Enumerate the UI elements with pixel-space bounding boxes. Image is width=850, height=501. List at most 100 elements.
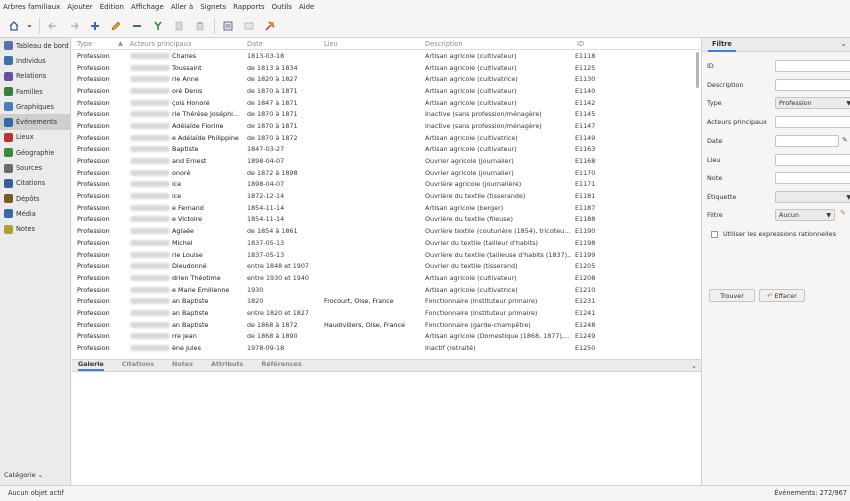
filter-actors-input[interactable] [775, 116, 850, 128]
category-selector[interactable]: Catégorie ⌄ [4, 471, 43, 479]
sidebar-item-6[interactable]: Lieux [0, 130, 70, 145]
column-header-description[interactable]: Description [420, 38, 572, 49]
cell-date: de 1854 à 1861 [242, 225, 319, 237]
tab-0[interactable]: Galerie [78, 360, 104, 371]
table-row[interactable]: Profession e Marie Emilienne 1930 Artisan a… [72, 284, 701, 296]
tab-3[interactable]: Attributs [211, 360, 243, 371]
find-button[interactable]: Trouver [709, 289, 755, 302]
table-row[interactable]: Profession ice 1872-12-14 Ouvrière du texti… [72, 190, 701, 202]
tools-icon[interactable] [260, 17, 279, 35]
tab-4[interactable]: Références [261, 360, 301, 371]
filter-note-input[interactable] [775, 172, 850, 184]
table-row[interactable]: Profession Baptiste 1847-03-27 Artisan agri… [72, 144, 701, 156]
filter-date-input[interactable] [775, 135, 839, 147]
config-view-icon[interactable] [218, 17, 237, 35]
sidebar-item-3[interactable]: Familles [0, 84, 70, 99]
menu-5[interactable]: Signets [200, 3, 226, 11]
redacted-name [130, 263, 170, 270]
filter-type-select[interactable]: Profession ▼ [775, 97, 850, 109]
column-header-id[interactable]: ID [572, 38, 695, 49]
remove-icon[interactable] [127, 17, 146, 35]
table-row[interactable]: Profession oré Denis de 1870 à 1871 Artisan… [72, 85, 701, 97]
table-row[interactable]: Profession rre Jean de 1868 à 1890 Artisan … [72, 331, 701, 343]
menu-0[interactable]: Arbres familiaux [3, 3, 60, 11]
table-row[interactable]: Profession e Fernand 1854-11-14 Artisan agr… [72, 202, 701, 214]
paste-icon[interactable] [190, 17, 209, 35]
sidebar-item-9[interactable]: Citations [0, 176, 70, 191]
menu-6[interactable]: Rapports [233, 3, 264, 11]
filter-custom-select[interactable]: Aucun ▼ [775, 209, 835, 221]
table-row[interactable]: Profession ène Jules 1978-09-18 Inactif (re… [72, 342, 701, 354]
sidebar-item-label: Géographie [16, 148, 55, 157]
table-row[interactable]: Profession ice 1898-04-07 Ouvrière agricole… [72, 179, 701, 191]
tab-2[interactable]: Notes [172, 360, 193, 371]
column-header-actors[interactable]: Acteurs principaux [125, 38, 242, 49]
filter-description-input[interactable] [775, 79, 850, 91]
column-header-place[interactable]: Lieu [319, 38, 420, 49]
dropdown-icon[interactable] [25, 17, 34, 35]
menu-3[interactable]: Affichage [131, 3, 164, 11]
filter-row-description: Description [707, 78, 850, 91]
sidebar-item-4[interactable]: Graphiques [0, 99, 70, 114]
cell-type: Profession [72, 62, 125, 74]
sidebar-item-2[interactable]: Relations [0, 69, 70, 84]
sidebar-item-5[interactable]: Événements [0, 114, 70, 130]
table-row[interactable]: Profession an Baptiste de 1868 à 1872 Haudi… [72, 319, 701, 331]
table-row[interactable]: Profession Dieudonné entre 1848 et 1907 Ouv… [72, 260, 701, 272]
filter-tag-select[interactable]: ▼ [775, 191, 850, 203]
table-row[interactable]: Profession an Baptiste 1820 Frocourt, Oise,… [72, 295, 701, 307]
column-header-date[interactable]: Date [242, 38, 319, 49]
table-row[interactable]: Profession rie Thérèse Joséphi... de 1870 … [72, 108, 701, 120]
table-row[interactable]: Profession Adélaïde Florine de 1870 à 1871… [72, 120, 701, 132]
merge-icon[interactable] [148, 17, 167, 35]
menu-4[interactable]: Aller à [171, 3, 193, 11]
tab-filter[interactable]: Filtre [708, 40, 736, 52]
table-row[interactable]: Profession Michel 1837-05-13 Ouvrier du tex… [72, 237, 701, 249]
cell-text: Artisan agricole (cultivateur) [425, 98, 517, 107]
back-arrow-icon[interactable] [43, 17, 62, 35]
filter-type-label: Type [707, 98, 722, 107]
cell-text: çois Honoré [172, 98, 210, 107]
column-header-type[interactable]: Type ▲ [72, 38, 125, 49]
chevron-down-icon[interactable]: ⌄ [840, 39, 847, 48]
forward-arrow-icon[interactable] [64, 17, 83, 35]
table-row[interactable]: Profession onoré de 1872 à 1898 Ouvrier agr… [72, 167, 701, 179]
table-row[interactable]: Profession çois Honoré de 1847 à 1871 Artis… [72, 97, 701, 109]
filter-place-input[interactable] [775, 154, 850, 166]
vertical-scrollbar[interactable] [696, 52, 699, 88]
tab-1[interactable]: Citations [122, 360, 154, 371]
sidebar-item-8[interactable]: Sources [0, 160, 70, 175]
table-row[interactable]: Profession Aglaée de 1854 à 1861 Ouvrière t… [72, 225, 701, 237]
table-row[interactable]: Profession Toussaint de 1813 à 1834 Artisan… [72, 62, 701, 74]
menu-1[interactable]: Ajouter [67, 3, 92, 11]
table-row[interactable]: Profession drien Théotime entre 1930 et 19… [72, 272, 701, 284]
table-row[interactable]: Profession rie Louise 1837-05-13 Ouvrière d… [72, 249, 701, 261]
filter-id-input[interactable] [775, 60, 850, 72]
table-row[interactable]: Profession an Baptiste entre 1820 et 1827 F… [72, 307, 701, 319]
date-editor-icon[interactable]: ✎ [842, 136, 848, 144]
menu-7[interactable]: Outils [272, 3, 292, 11]
regex-checkbox[interactable] [711, 231, 718, 238]
table-row[interactable]: Profession e Adélaïde Philippine de 1870 à… [72, 132, 701, 144]
filter-editor-icon[interactable]: ✎ [840, 209, 846, 217]
menu-2[interactable]: Édition [100, 3, 124, 11]
chevron-down-icon[interactable]: ⌄ [691, 362, 697, 370]
sidebar-item-0[interactable]: Tableau de bord [0, 38, 70, 53]
edit-icon[interactable] [106, 17, 125, 35]
sidebar-item-1[interactable]: Individus [0, 53, 70, 68]
table-row[interactable]: Profession e Victoire 1854-11-14 Ouvrière d… [72, 214, 701, 226]
home-tree-icon[interactable] [4, 17, 23, 35]
geography-icon [4, 148, 13, 158]
copy-icon[interactable] [169, 17, 188, 35]
sidebar-item-12[interactable]: Notes [0, 222, 70, 237]
sidebar-item-10[interactable]: Dépôts [0, 191, 70, 206]
table-row[interactable]: Profession Charles 1813-03-18 Artisan agric… [72, 50, 701, 62]
menu-8[interactable]: Aide [299, 3, 314, 11]
sidebar-item-7[interactable]: Géographie [0, 145, 70, 160]
sidebar-toggle-icon[interactable] [239, 17, 258, 35]
sidebar-item-11[interactable]: Média [0, 206, 70, 221]
table-row[interactable]: Profession rie Anne de 1820 à 1827 Artisan … [72, 73, 701, 85]
add-icon[interactable] [85, 17, 104, 35]
clear-button[interactable]: ↶ Effacer [759, 289, 805, 302]
table-row[interactable]: Profession and Ernest 1898-04-07 Ouvrier ag… [72, 155, 701, 167]
